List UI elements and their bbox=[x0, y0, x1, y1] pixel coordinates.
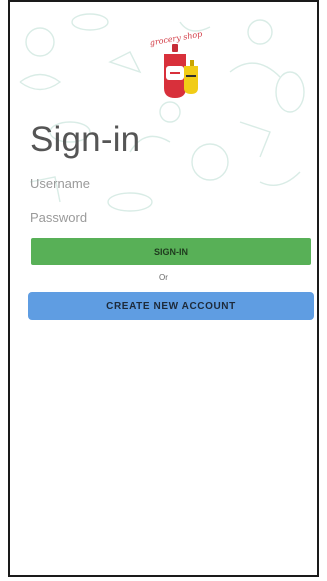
app-frame: grocery shop Sign-in SIGN-IN Or CREATE N… bbox=[8, 0, 319, 577]
or-divider-text: Or bbox=[159, 273, 168, 282]
username-field[interactable] bbox=[30, 172, 300, 194]
page-title: Sign-in bbox=[30, 120, 141, 159]
create-account-button-label: CREATE NEW ACCOUNT bbox=[106, 300, 236, 312]
app-logo: grocery shop bbox=[138, 29, 214, 108]
password-field[interactable] bbox=[30, 206, 300, 228]
sign-in-button-label: SIGN-IN bbox=[153, 246, 188, 257]
sign-in-button[interactable]: SIGN-IN bbox=[31, 238, 311, 265]
create-account-button[interactable]: CREATE NEW ACCOUNT bbox=[28, 292, 314, 320]
